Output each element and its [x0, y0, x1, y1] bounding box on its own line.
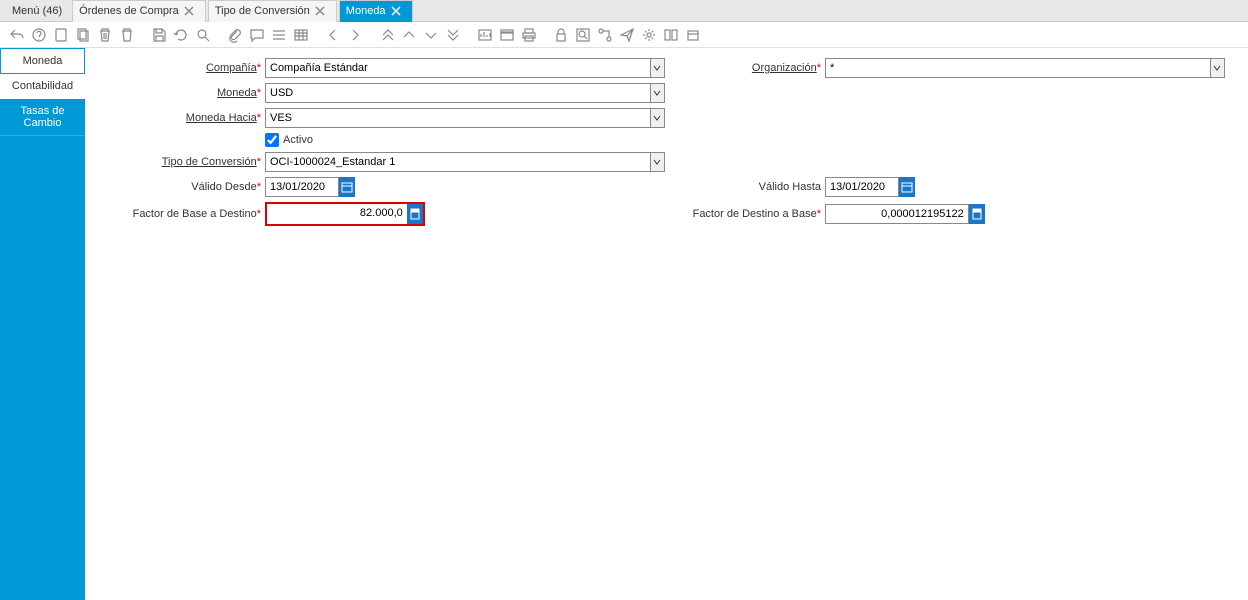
gear-icon[interactable]	[640, 26, 658, 44]
sidebar-item-contabilidad[interactable]: Contabilidad	[0, 74, 85, 99]
chevron-down-icon[interactable]	[650, 152, 665, 172]
lock-icon[interactable]	[552, 26, 570, 44]
delete-icon[interactable]	[96, 26, 114, 44]
label-activo: Activo	[283, 134, 313, 146]
calculator-icon[interactable]	[969, 204, 985, 224]
delete-all-icon[interactable]	[118, 26, 136, 44]
form-area: Compañía* Organización*	[85, 48, 1248, 600]
tabs-bar: Menú (46) Órdenes de Compra Tipo de Conv…	[0, 0, 1248, 22]
undo-icon[interactable]	[8, 26, 26, 44]
label-organizacion: Organización*	[665, 62, 825, 74]
tab-moneda[interactable]: Moneda	[339, 0, 413, 22]
toolbar	[0, 22, 1248, 48]
tab-label: Órdenes de Compra	[79, 5, 179, 17]
tab-label: Tipo de Conversión	[215, 5, 310, 17]
chevron-down-icon[interactable]	[650, 58, 665, 78]
save-icon[interactable]	[150, 26, 168, 44]
report-icon[interactable]	[476, 26, 494, 44]
help-icon[interactable]	[30, 26, 48, 44]
tab-ordenes-compra[interactable]: Órdenes de Compra	[72, 0, 206, 22]
tab-tipo-conversion[interactable]: Tipo de Conversión	[208, 0, 337, 22]
chevron-down-icon[interactable]	[650, 83, 665, 103]
factor-base-destino-field[interactable]	[267, 204, 407, 222]
chat-icon[interactable]	[248, 26, 266, 44]
attach-icon[interactable]	[226, 26, 244, 44]
calendar-icon[interactable]	[339, 177, 355, 197]
calendar-icon[interactable]	[899, 177, 915, 197]
label-moneda-hacia: Moneda Hacia*	[105, 112, 265, 124]
sidebar: Moneda Contabilidad Tasas de Cambio	[0, 48, 85, 600]
next-icon[interactable]	[346, 26, 364, 44]
sidebar-item-tasas-cambio[interactable]: Tasas de Cambio	[0, 99, 85, 136]
activo-checkbox[interactable]	[265, 133, 279, 147]
organizacion-field[interactable]	[825, 58, 1210, 78]
label-moneda: Moneda*	[105, 87, 265, 99]
menu-button[interactable]: Menú (46)	[2, 2, 72, 20]
compania-field[interactable]	[265, 58, 650, 78]
label-factor-base-destino: Factor de Base a Destino*	[105, 208, 265, 220]
close-icon[interactable]	[390, 5, 402, 17]
moneda-field[interactable]	[265, 83, 650, 103]
search-icon[interactable]	[194, 26, 212, 44]
table-icon[interactable]	[292, 26, 310, 44]
close-icon[interactable]	[183, 5, 195, 17]
label-factor-destino-base: Factor de Destino a Base*	[665, 208, 825, 220]
refresh-icon[interactable]	[172, 26, 190, 44]
last-icon[interactable]	[444, 26, 462, 44]
factor-destino-base-field[interactable]	[825, 204, 969, 224]
send-icon[interactable]	[618, 26, 636, 44]
label-compania: Compañía*	[105, 62, 265, 74]
print-icon[interactable]	[520, 26, 538, 44]
label-tipo-conversion: Tipo de Conversión*	[105, 156, 265, 168]
first-icon[interactable]	[378, 26, 396, 44]
archive-icon[interactable]	[498, 26, 516, 44]
tab-label: Moneda	[346, 5, 386, 17]
valido-hasta-field[interactable]	[825, 177, 899, 197]
product-icon[interactable]	[684, 26, 702, 44]
copy-icon[interactable]	[74, 26, 92, 44]
chevron-down-icon[interactable]	[650, 108, 665, 128]
workflow-icon[interactable]	[596, 26, 614, 44]
prev-icon[interactable]	[324, 26, 342, 44]
down-icon[interactable]	[422, 26, 440, 44]
calculator-icon[interactable]	[407, 204, 423, 224]
sidebar-item-moneda[interactable]: Moneda	[0, 48, 85, 74]
zoom-icon[interactable]	[574, 26, 592, 44]
grid-icon[interactable]	[270, 26, 288, 44]
label-valido-desde: Válido Desde*	[105, 181, 265, 193]
close-icon[interactable]	[314, 5, 326, 17]
new-icon[interactable]	[52, 26, 70, 44]
moneda-hacia-field[interactable]	[265, 108, 650, 128]
valido-desde-field[interactable]	[265, 177, 339, 197]
info-icon[interactable]	[662, 26, 680, 44]
label-valido-hasta: Válido Hasta	[665, 181, 825, 193]
tipo-conversion-field[interactable]	[265, 152, 650, 172]
up-icon[interactable]	[400, 26, 418, 44]
chevron-down-icon[interactable]	[1210, 58, 1225, 78]
